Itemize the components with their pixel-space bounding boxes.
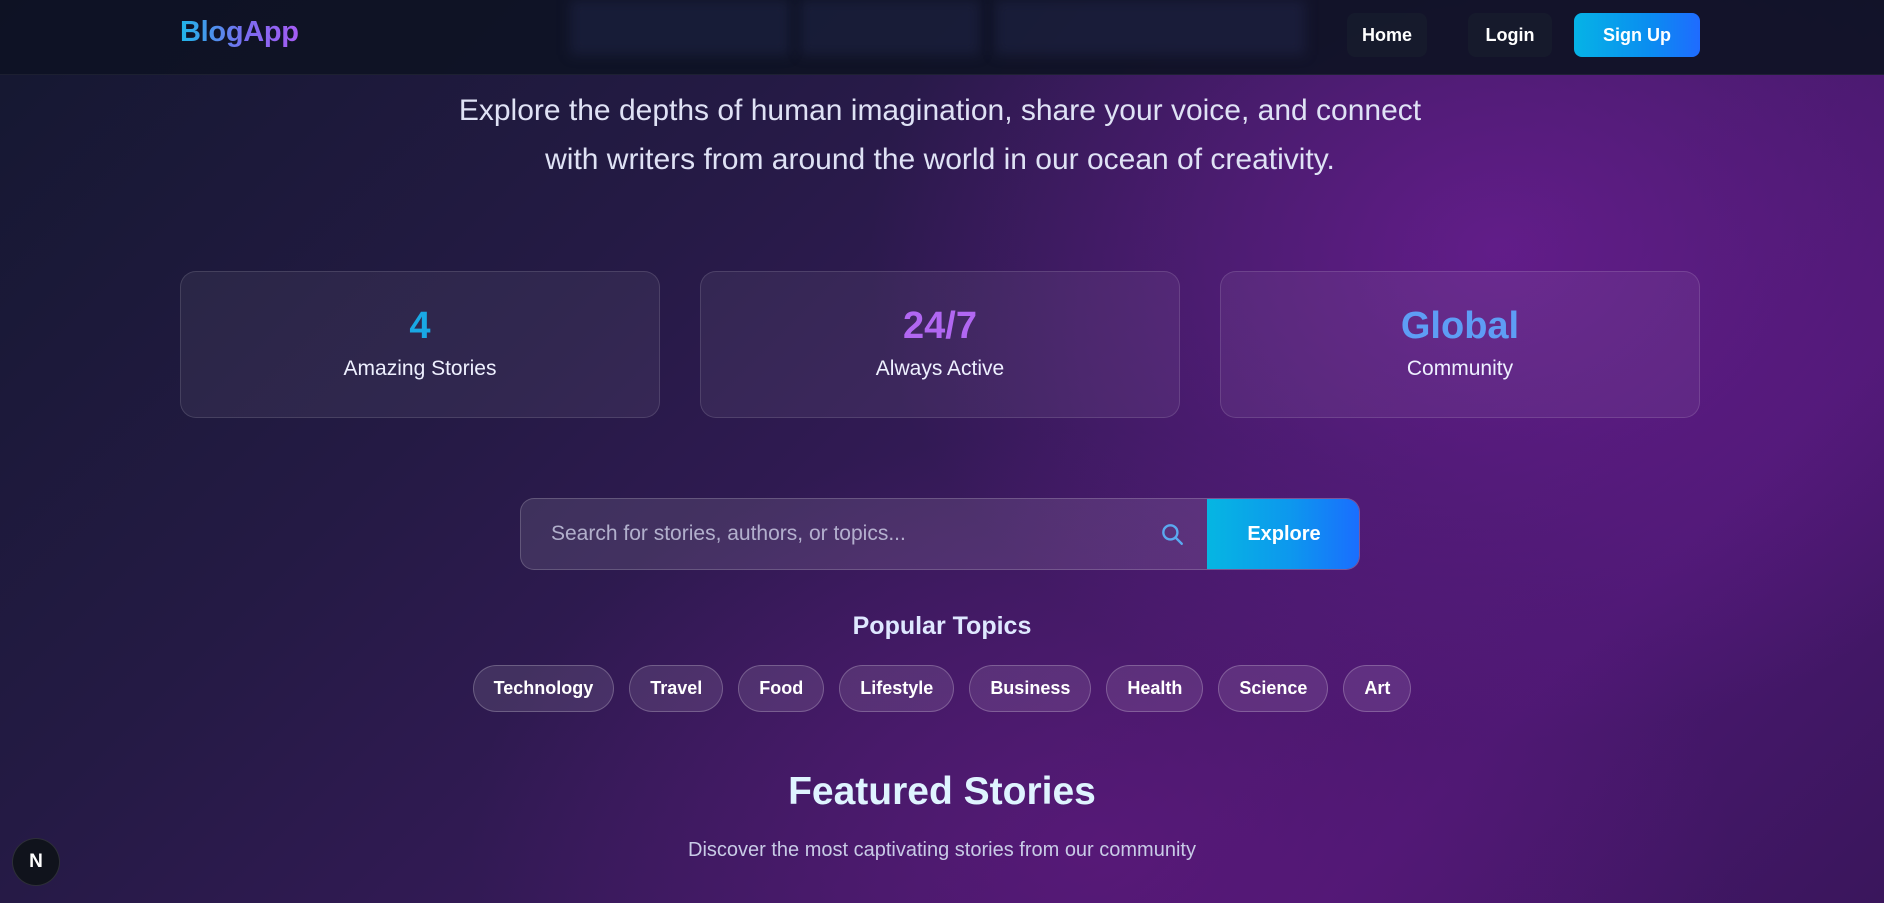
search-bar: Explore	[520, 498, 1360, 570]
stat-label: Always Active	[875, 357, 1005, 380]
stat-card-community: Global Community	[1220, 271, 1700, 418]
explore-button[interactable]: Explore	[1207, 499, 1359, 569]
stat-value: 24/7	[903, 305, 977, 347]
topic-chip-travel[interactable]: Travel	[629, 665, 724, 712]
topic-chip-science[interactable]: Science	[1218, 665, 1329, 712]
nav-login-button[interactable]: Login	[1468, 13, 1552, 57]
search-icon[interactable]	[1159, 521, 1185, 547]
topic-chip-business[interactable]: Business	[969, 665, 1092, 712]
nav-signup-button[interactable]: Sign Up	[1574, 13, 1700, 57]
topic-chip-lifestyle[interactable]: Lifestyle	[839, 665, 955, 712]
topic-chip-health[interactable]: Health	[1106, 665, 1204, 712]
nextjs-dev-badge-icon[interactable]: N	[12, 838, 60, 886]
stat-label: Community	[1406, 357, 1514, 380]
logo[interactable]: BlogApp	[180, 16, 299, 49]
navbar: BlogApp Home Login Sign Up	[0, 0, 1884, 75]
nav-home-button[interactable]: Home	[1347, 13, 1427, 57]
stat-label: Amazing Stories	[343, 357, 497, 380]
stat-value: 4	[409, 305, 431, 347]
hero-description: Explore the depths of human imagination,…	[458, 94, 1422, 176]
featured-stories-heading: Featured Stories	[788, 770, 1096, 813]
nav-background-blur	[800, 0, 980, 55]
topics-list: Technology Travel Food Lifestyle Busines…	[0, 665, 1884, 712]
search-input[interactable]	[521, 499, 1207, 569]
popular-topics-heading: Popular Topics	[852, 612, 1032, 640]
stat-card-active: 24/7 Always Active	[700, 271, 1180, 418]
topic-chip-food[interactable]: Food	[738, 665, 825, 712]
topic-chip-technology[interactable]: Technology	[472, 665, 615, 712]
stat-value: Global	[1400, 305, 1520, 347]
topic-chip-art[interactable]: Art	[1343, 665, 1412, 712]
featured-stories-subtitle: Discover the most captivating stories fr…	[688, 839, 1196, 861]
nav-background-blur	[570, 0, 790, 55]
stat-card-stories: 4 Amazing Stories	[180, 271, 660, 418]
nav-background-blur	[995, 0, 1305, 55]
